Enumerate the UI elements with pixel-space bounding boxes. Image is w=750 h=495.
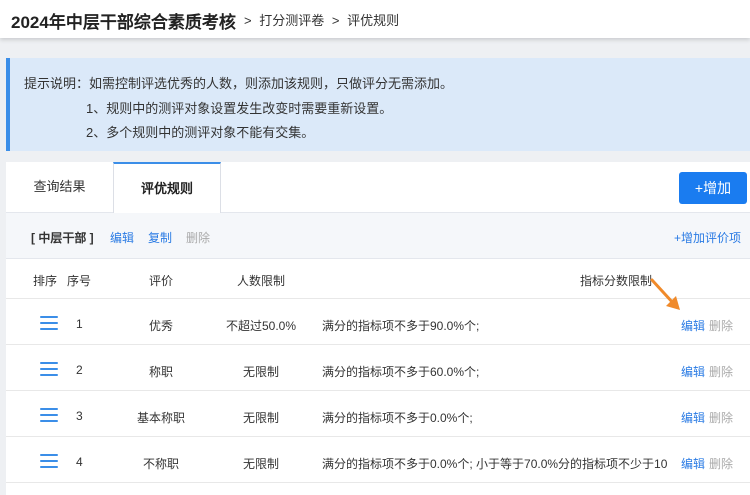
row-no: 2 xyxy=(76,363,83,377)
row-edit-link[interactable]: 编辑 xyxy=(681,409,705,426)
col-sort: 排序 xyxy=(33,274,58,288)
row-eval: 优秀 xyxy=(149,319,174,333)
row-score-limit: 满分的指标项不多于0.0%个; 小于等于70.0%分的指标项不少于10 xyxy=(322,457,668,471)
notice-line: 2、多个规则中的测评对象不能有交集。 xyxy=(86,125,315,140)
breadcrumb-separator: > xyxy=(331,13,340,28)
notice-line: 1、规则中的测评对象设置发生改变时需要重新设置。 xyxy=(86,101,393,116)
row-eval: 基本称职 xyxy=(137,411,186,425)
drag-handle-icon[interactable] xyxy=(40,408,58,422)
breadcrumb-item-current: 评优规则 xyxy=(347,13,400,28)
row-eval: 称职 xyxy=(149,365,174,379)
row-score-limit: 满分的指标项不多于60.0%个; xyxy=(322,365,480,379)
table-row: 3 基本称职 无限制 满分的指标项不多于0.0%个; 编辑 删除 xyxy=(6,391,750,437)
copy-rule-link[interactable]: 复制 xyxy=(148,229,172,246)
row-edit-link[interactable]: 编辑 xyxy=(681,317,705,334)
breadcrumb: > 打分测评卷 > 评优规则 xyxy=(244,10,403,29)
row-score-limit: 满分的指标项不多于90.0%个; xyxy=(322,319,480,333)
rule-header: [ 中层干部 ] 编辑 复制 删除 +增加评价项 xyxy=(6,213,750,259)
col-no: 序号 xyxy=(67,274,92,288)
table-row: 4 不称职 无限制 满分的指标项不多于0.0%个; 小于等于70.0%分的指标项… xyxy=(6,437,750,483)
notice-box: 提示说明：如需控制评选优秀的人数，则添加该规则，只做评分无需添加。 1、规则中的… xyxy=(6,58,750,151)
row-count-limit: 无限制 xyxy=(243,457,280,471)
table-row: 1 优秀 不超过50.0% 满分的指标项不多于90.0%个; 编辑 删除 xyxy=(6,299,750,345)
row-delete-link[interactable]: 删除 xyxy=(709,363,733,380)
breadcrumb-separator: > xyxy=(244,13,252,28)
rule-name: [ 中层干部 ] xyxy=(31,231,94,245)
edit-rule-link[interactable]: 编辑 xyxy=(110,229,134,246)
page-title: 2024年中层干部综合素质考核 xyxy=(11,13,236,32)
row-no: 1 xyxy=(76,317,83,331)
col-count-limit: 人数限制 xyxy=(237,274,286,288)
tab-rules[interactable]: 评优规则 xyxy=(113,162,221,213)
row-edit-link[interactable]: 编辑 xyxy=(681,455,705,472)
add-button[interactable]: +增加 xyxy=(679,172,747,204)
row-delete-link[interactable]: 删除 xyxy=(709,409,733,426)
row-count-limit: 无限制 xyxy=(243,411,280,425)
main-panel: 查询结果 评优规则 +增加 [ 中层干部 ] 编辑 复制 删除 +增加评价项 排… xyxy=(6,162,750,495)
table-header: 排序 序号 评价 人数限制 指标分数限制 xyxy=(6,259,750,299)
delete-rule-link[interactable]: 删除 xyxy=(186,229,210,246)
notice-line: 提示说明：如需控制评选优秀的人数，则添加该规则，只做评分无需添加。 xyxy=(24,76,454,91)
row-count-limit: 不超过50.0% xyxy=(226,319,297,333)
drag-handle-icon[interactable] xyxy=(40,316,58,330)
table-row: 2 称职 无限制 满分的指标项不多于60.0%个; 编辑 删除 xyxy=(6,345,750,391)
tab-query-results[interactable]: 查询结果 xyxy=(6,162,113,212)
row-count-limit: 无限制 xyxy=(243,365,280,379)
row-no: 3 xyxy=(76,409,83,423)
row-eval: 不称职 xyxy=(143,457,180,471)
row-score-limit: 满分的指标项不多于0.0%个; xyxy=(322,411,473,425)
col-eval: 评价 xyxy=(149,274,174,288)
row-delete-link[interactable]: 删除 xyxy=(709,455,733,472)
row-delete-link[interactable]: 删除 xyxy=(709,317,733,334)
breadcrumb-item-survey[interactable]: 打分测评卷 xyxy=(259,13,324,28)
row-edit-link[interactable]: 编辑 xyxy=(681,363,705,380)
top-bar: 2024年中层干部综合素质考核 > 打分测评卷 > 评优规则 xyxy=(0,0,750,38)
col-score-limit: 指标分数限制 xyxy=(580,274,653,288)
drag-handle-icon[interactable] xyxy=(40,454,58,468)
drag-handle-icon[interactable] xyxy=(40,362,58,376)
orange-arrow-icon xyxy=(650,278,680,310)
row-no: 4 xyxy=(76,455,83,469)
add-eval-item-link[interactable]: +增加评价项 xyxy=(674,229,741,246)
